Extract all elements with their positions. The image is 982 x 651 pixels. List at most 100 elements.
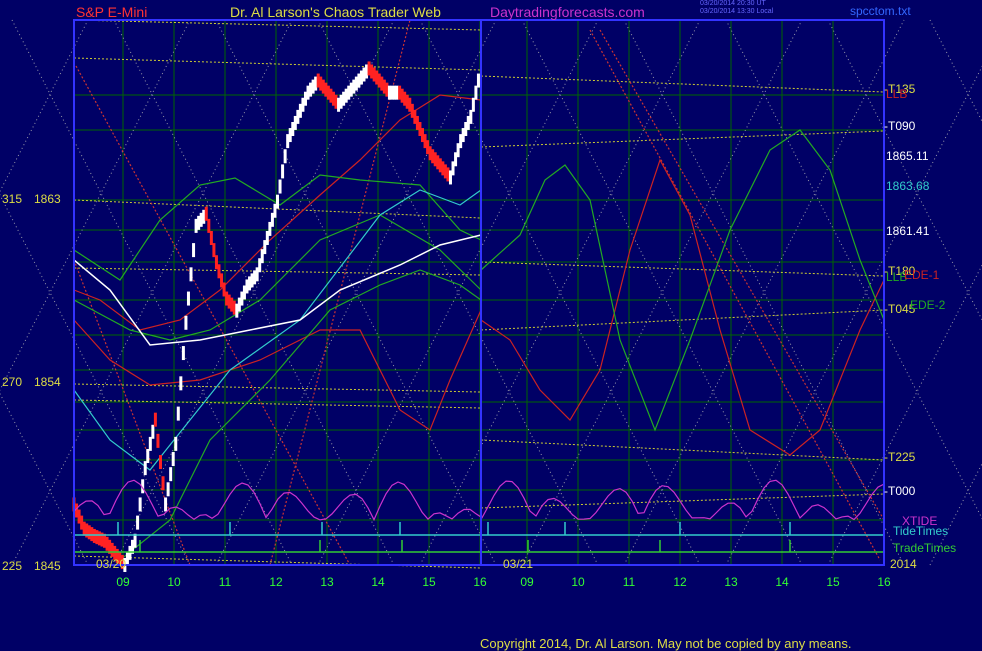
price-bar — [474, 85, 478, 100]
yellow-line-left — [73, 555, 482, 569]
legend-tide-times: TideTimes — [893, 524, 948, 538]
x-tick-label: 15 — [422, 575, 436, 589]
yellow-line-left — [73, 399, 482, 409]
x-tick-label: 13 — [320, 575, 334, 589]
yellow-line-left — [73, 267, 482, 276]
price-bar — [143, 461, 147, 476]
x-tick-label: 10 — [571, 575, 585, 589]
red-dotted-diagonals — [73, 19, 885, 566]
x-tick-label: 14 — [775, 575, 789, 589]
ede-1-curve — [480, 158, 885, 456]
ede-2-curve — [480, 129, 885, 432]
tide-trade-times — [73, 479, 885, 553]
year-label: 2014 — [890, 557, 917, 571]
x-tick-label: 09 — [116, 575, 130, 589]
price-bar — [164, 497, 168, 512]
price-bar — [174, 436, 178, 451]
price-bar — [184, 315, 188, 330]
legend-ede-2: EDE-2 — [910, 298, 946, 312]
yellow-line-right — [480, 75, 885, 93]
x-tick-label: 12 — [269, 575, 283, 589]
left-price-label: 1854 — [34, 375, 61, 389]
price-bar — [471, 97, 475, 112]
yellow-line-right — [480, 309, 885, 331]
yellow-line-right — [480, 130, 885, 148]
x-tick-label: 14 — [371, 575, 385, 589]
price-bar — [146, 449, 150, 463]
white-dotted-diagonals — [0, 19, 982, 566]
price-bar — [278, 179, 282, 194]
price-bar — [469, 109, 473, 124]
x-tick-label: 12 — [673, 575, 687, 589]
price-bar — [133, 533, 137, 548]
yellow-line-right — [480, 439, 885, 461]
price-bar — [171, 452, 175, 467]
price-bar — [181, 346, 185, 361]
price-bar — [179, 376, 183, 391]
price-bar — [207, 218, 211, 233]
yellow-line-left — [73, 19, 482, 31]
site-link[interactable]: Daytradingforecasts.com — [490, 4, 645, 20]
chart-grid — [74, 20, 885, 565]
date-label: 03/21 — [503, 557, 533, 571]
price-bar — [148, 436, 152, 451]
x-tick-label: 13 — [724, 575, 738, 589]
right-axis-label: -T090 — [884, 119, 916, 133]
price-bar — [156, 433, 160, 448]
x-tick-label: 09 — [520, 575, 534, 589]
left-degree-label: 315 — [2, 192, 22, 206]
price-bar — [283, 149, 287, 164]
price-bar — [212, 243, 216, 258]
yellow-line-right — [480, 261, 885, 277]
copyright: Copyright 2014, Dr. Al Larson. May not b… — [480, 636, 852, 651]
diag-down — [929, 19, 982, 123]
upper-green — [73, 174, 482, 281]
yellow-line-left — [73, 383, 482, 393]
plot-frame — [73, 19, 885, 566]
legend-ede-1: EDE-1 — [904, 268, 940, 282]
price-bar — [151, 424, 155, 439]
price-bar — [276, 194, 279, 209]
x-tick-label: 16 — [877, 575, 891, 589]
right-axis-label: -T225 — [884, 450, 916, 464]
yellow-line-left — [73, 57, 482, 71]
diag-up — [929, 462, 982, 566]
x-tick-label: 16 — [473, 575, 487, 589]
price-bar — [138, 497, 142, 512]
red-diagonal — [589, 29, 881, 561]
diag-up — [725, 65, 982, 566]
price-bar — [158, 455, 162, 470]
timestamp-block: 03/20/2014 20:30 UT 03/20/2014 13:30 Loc… — [700, 0, 773, 16]
chart-title: Dr. Al Larson's Chaos Trader Web — [230, 4, 441, 20]
price-bar — [209, 231, 213, 245]
left-degree-label: 225 — [2, 559, 22, 573]
right-axis-label: -T000 — [884, 484, 916, 498]
price-bar — [153, 412, 157, 427]
white-avg — [73, 234, 482, 346]
right-axis-label: 1865.11 — [886, 149, 929, 163]
price-bar — [281, 164, 285, 179]
chart-canvas: 09 10 11 12 13 14 15 16 09 10 11 12 13 14 15 16 03/20 03/… — [0, 19, 982, 589]
date-label: 03/20 — [96, 557, 126, 571]
x-tick-label: 11 — [623, 575, 636, 589]
price-bar — [189, 267, 193, 282]
price-bar — [192, 243, 196, 258]
price-bar — [186, 291, 190, 306]
price-bar — [176, 406, 180, 421]
file-label: spcctom.txt — [850, 4, 911, 18]
instrument-label: S&P E-Mini — [76, 4, 148, 20]
left-degree-label: 270 — [2, 375, 22, 389]
right-axis-label: 1863.68 — [886, 179, 930, 193]
price-bar — [166, 482, 170, 497]
timestamp-local: 03/20/2014 13:30 Local — [700, 8, 774, 15]
x-tick-label: 15 — [826, 575, 840, 589]
price-bar — [169, 467, 173, 482]
price-bar — [476, 73, 480, 88]
timestamp-ut: 03/20/2014 20:30 UT — [700, 0, 766, 7]
price-bar — [136, 515, 140, 530]
legend-trade-times: TradeTimes — [893, 541, 956, 555]
legend-llb: LLB — [886, 87, 907, 101]
cyan-avg — [73, 189, 482, 471]
xtide-line — [73, 479, 885, 522]
yellow-t-lines — [73, 19, 885, 569]
